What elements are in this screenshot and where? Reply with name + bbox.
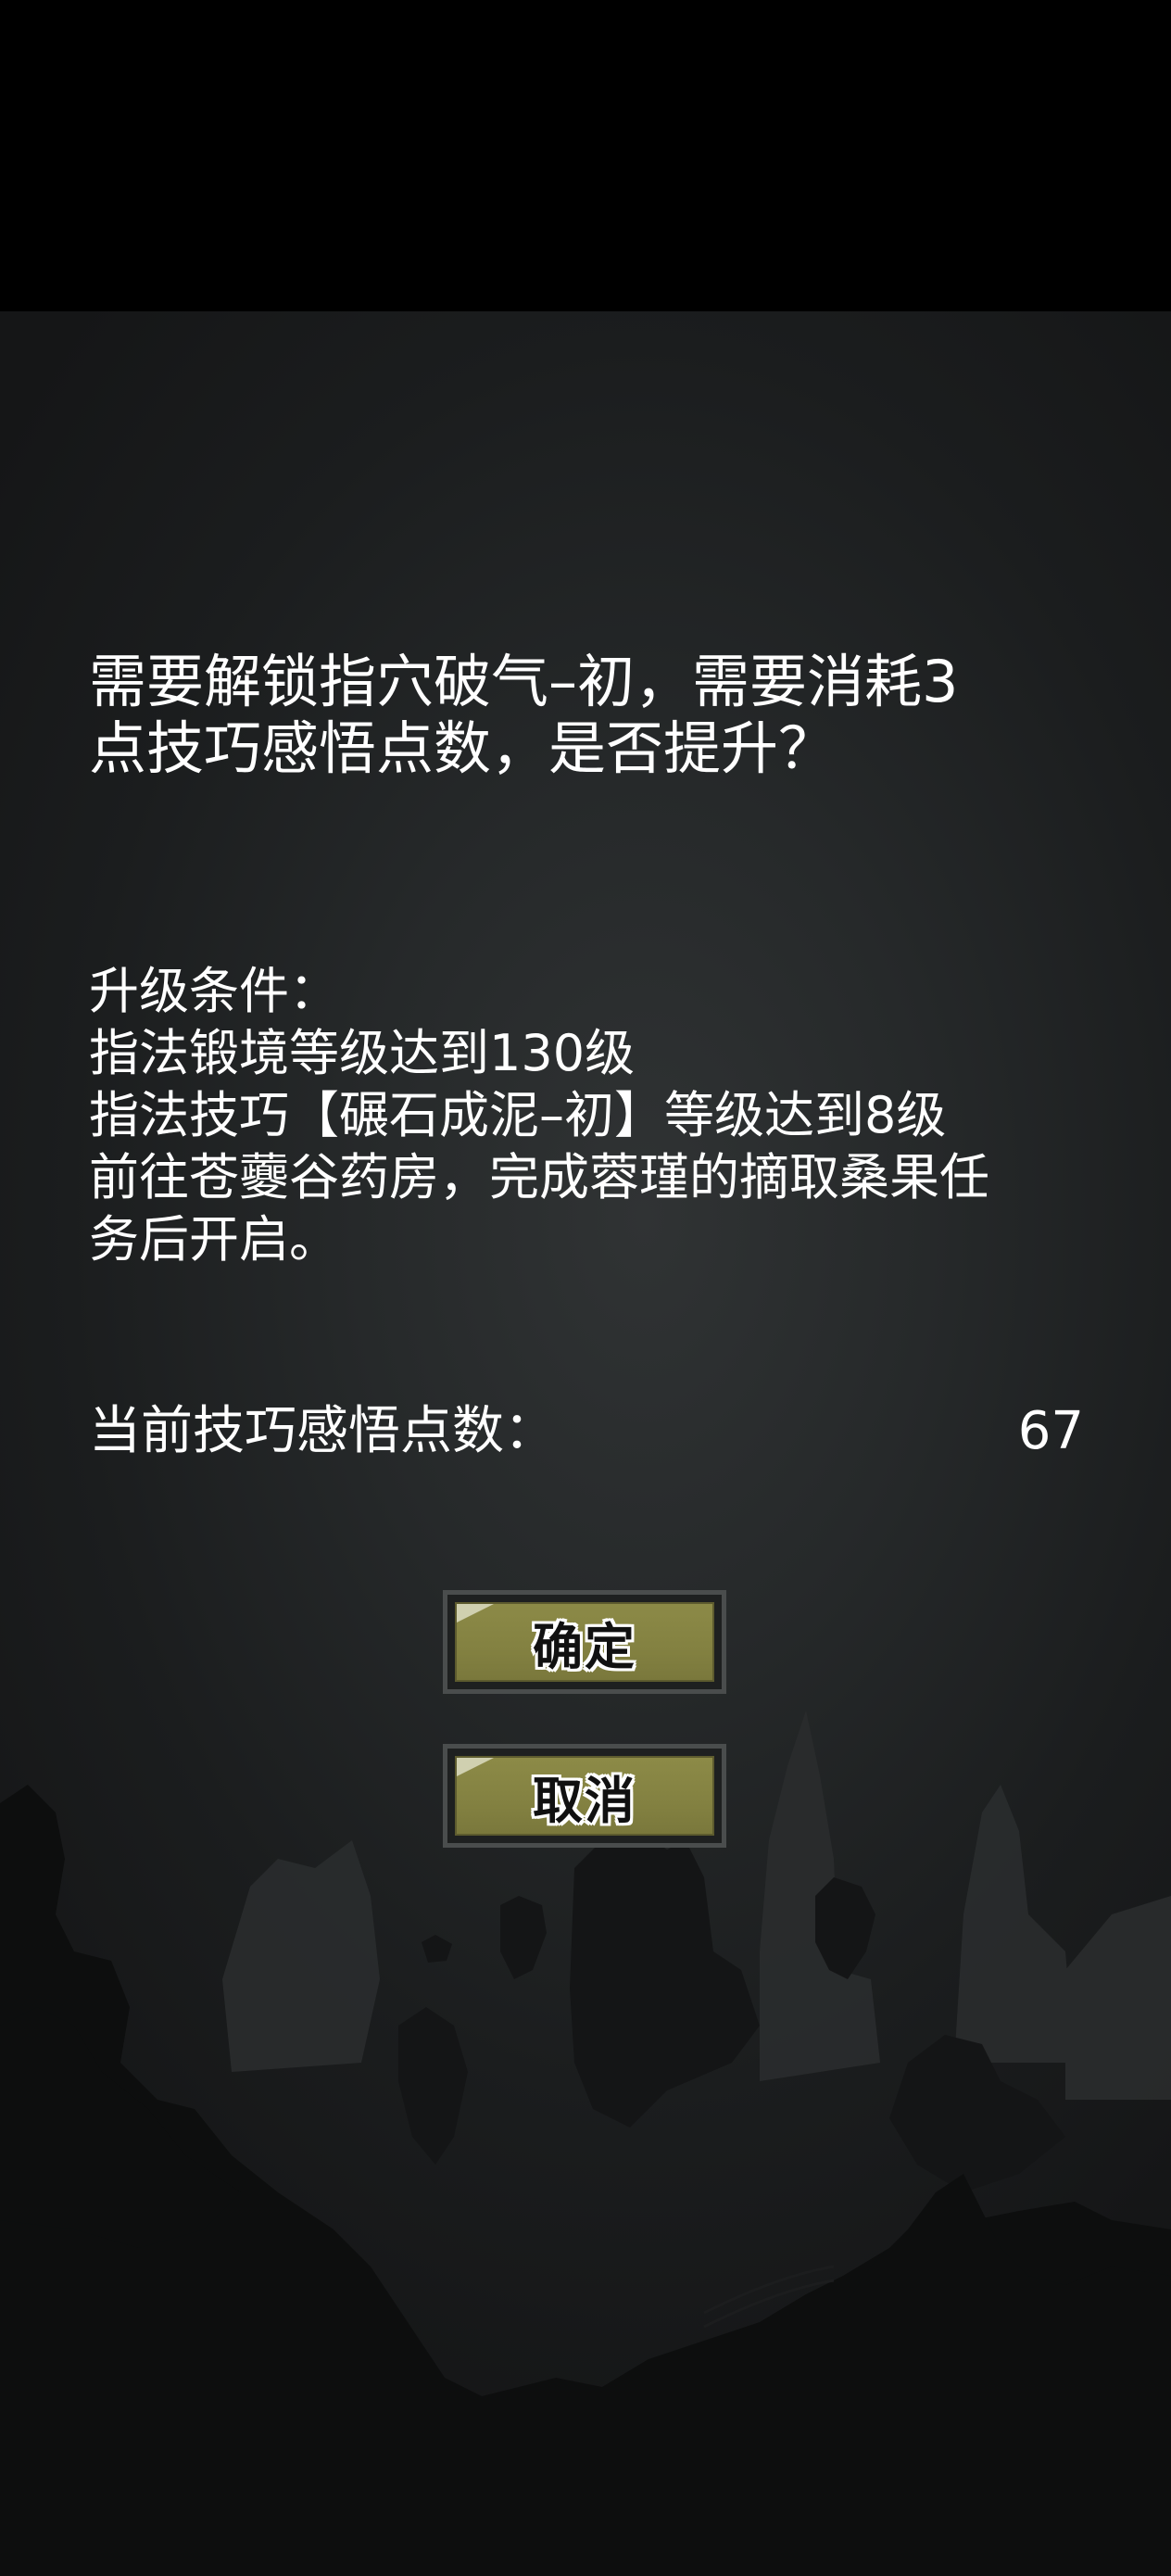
current-points-row: 当前技巧感悟点数： 67 [89,1399,1084,1464]
prompt-line-2: 点技巧感悟点数，是否提升？ [89,714,837,782]
condition-item: 指法技巧【碾石成泥–初】等级达到8级 [89,1086,947,1144]
cancel-button-face[interactable]: 取消 [455,1756,714,1836]
current-points-label: 当前技巧感悟点数： [89,1401,556,1461]
cancel-button[interactable]: 取消 [443,1744,726,1848]
conditions-heading: 升级条件： [89,962,339,1020]
condition-item: 指法锻境等级达到130级 [89,1024,636,1082]
prompt-line-1: 需要解锁指穴破气–初，需要消耗3 [89,648,959,715]
top-black-bar [0,0,1171,311]
confirm-button[interactable]: 确定 [443,1590,726,1694]
button-corner-decoration [457,1758,494,1776]
condition-item: 前往苍虁谷药房，完成蓉瑾的摘取桑果任 [89,1148,989,1206]
cancel-button-label: 取消 [533,1771,636,1830]
button-corner-decoration [457,1604,494,1623]
current-points-value: 67 [1017,1401,1084,1461]
confirm-button-label: 确定 [533,1617,636,1676]
unlock-prompt: 需要解锁指穴破气–初，需要消耗3 点技巧感悟点数，是否提升？ [89,649,1089,782]
game-scene: 需要解锁指穴破气–初，需要消耗3 点技巧感悟点数，是否提升？ 升级条件： 指法锻… [0,311,1171,2576]
upgrade-conditions: 升级条件： 指法锻境等级达到130级 指法技巧【碾石成泥–初】等级达到8级 前往… [89,960,1099,1270]
confirm-button-face[interactable]: 确定 [455,1602,714,1682]
condition-item: 务后开启。 [89,1210,339,1269]
